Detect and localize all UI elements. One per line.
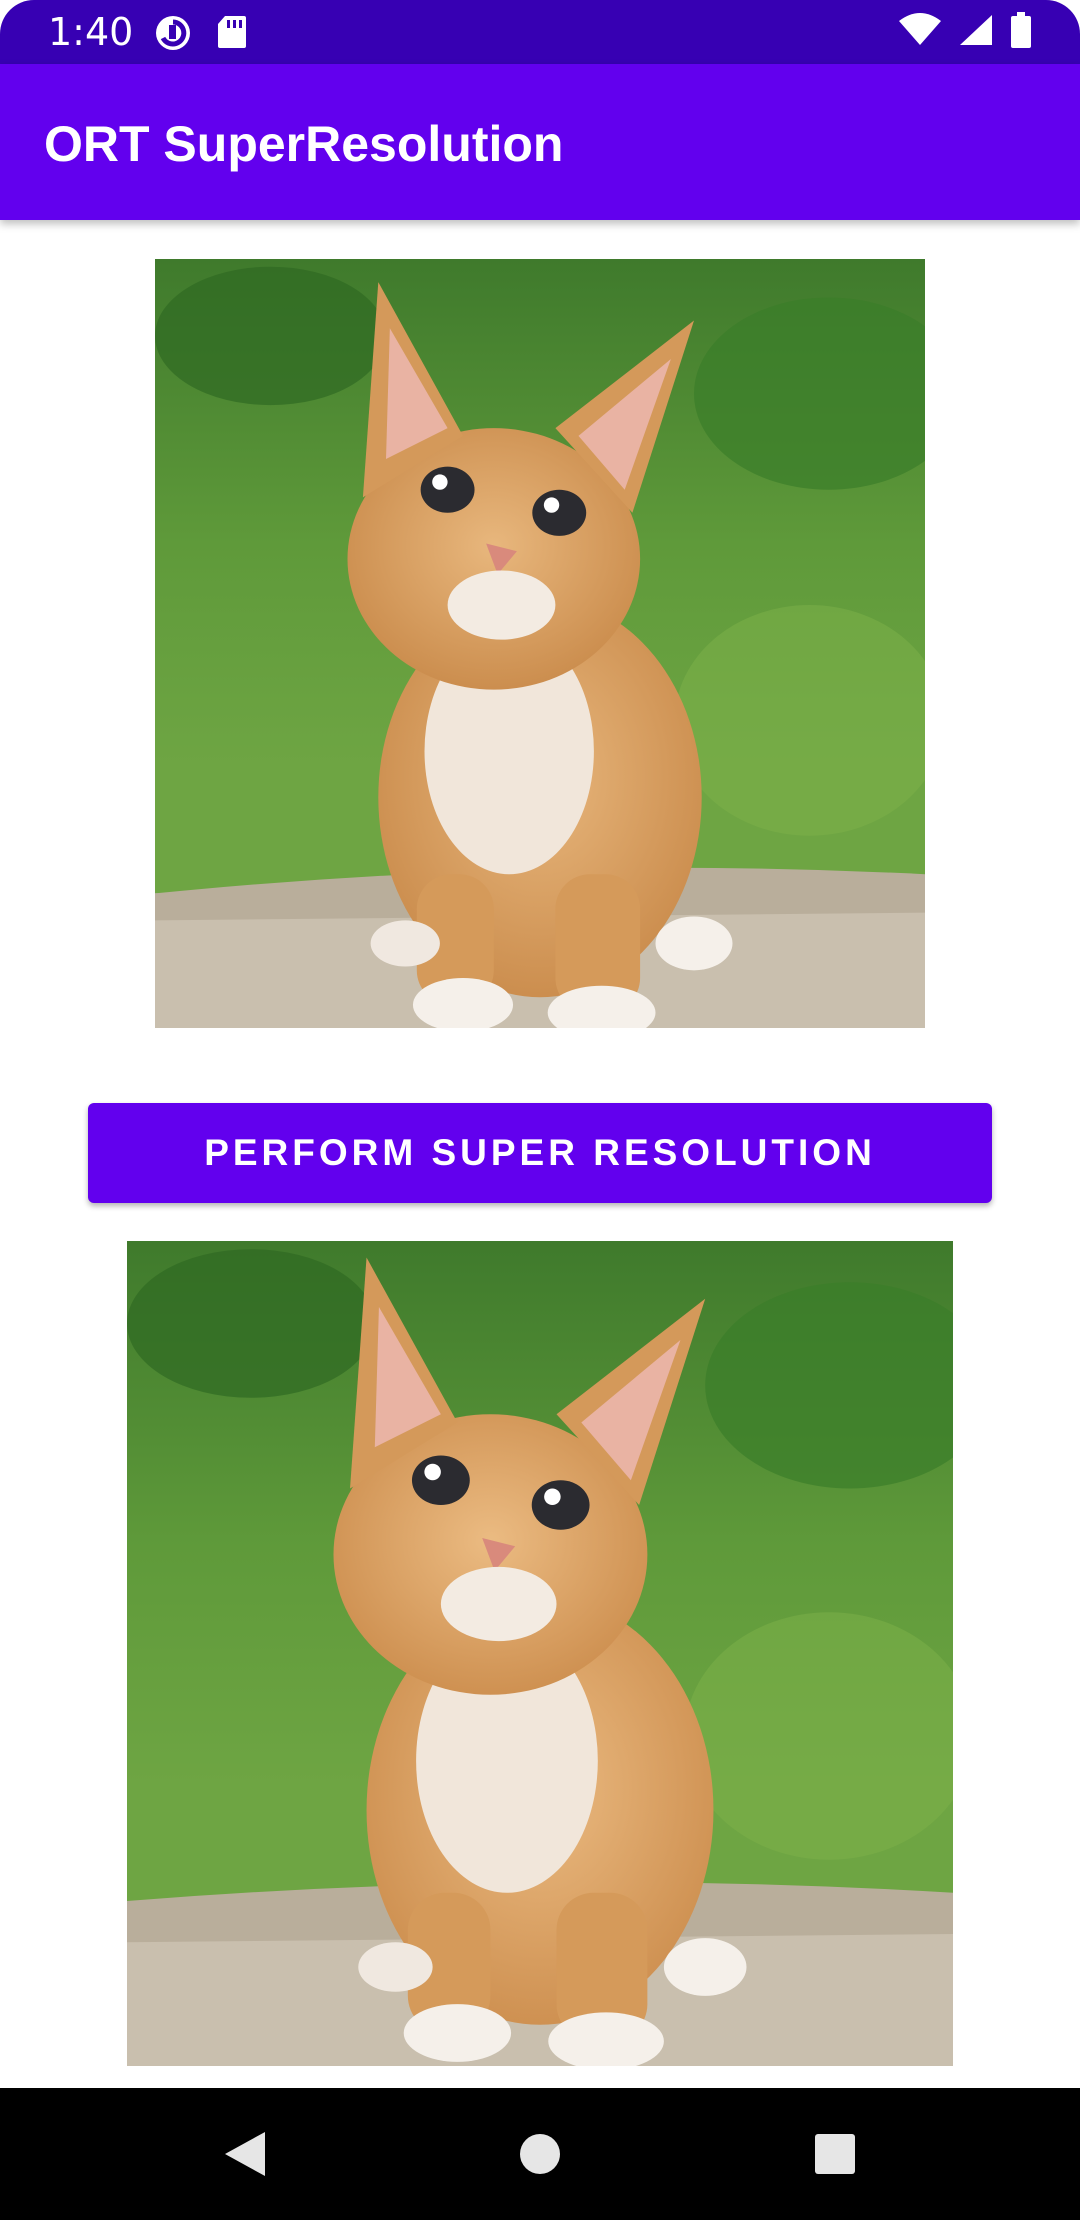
kitten-photo-icon bbox=[127, 1241, 953, 2066]
input-image bbox=[155, 259, 925, 1028]
wifi-icon bbox=[898, 12, 942, 52]
back-icon[interactable] bbox=[215, 2124, 275, 2184]
data-saver-icon bbox=[154, 14, 192, 50]
status-right-icons bbox=[898, 11, 1032, 53]
output-image bbox=[127, 1241, 953, 2066]
app-bar: ORT SuperResolution bbox=[0, 64, 1080, 220]
home-icon[interactable] bbox=[510, 2124, 570, 2184]
battery-icon bbox=[1010, 11, 1032, 53]
cell-signal-icon bbox=[958, 13, 994, 52]
page-title: ORT SuperResolution bbox=[44, 116, 564, 172]
status-bar: 1:40 bbox=[0, 0, 1080, 64]
sd-card-icon bbox=[216, 14, 248, 50]
navigation-bar bbox=[0, 2088, 1080, 2220]
perform-super-resolution-button[interactable]: PERFORM SUPER RESOLUTION bbox=[88, 1103, 992, 1203]
kitten-photo-icon bbox=[155, 259, 925, 1028]
status-time: 1:40 bbox=[48, 10, 134, 54]
recents-icon[interactable] bbox=[805, 2124, 865, 2184]
status-left-icons bbox=[154, 14, 248, 50]
